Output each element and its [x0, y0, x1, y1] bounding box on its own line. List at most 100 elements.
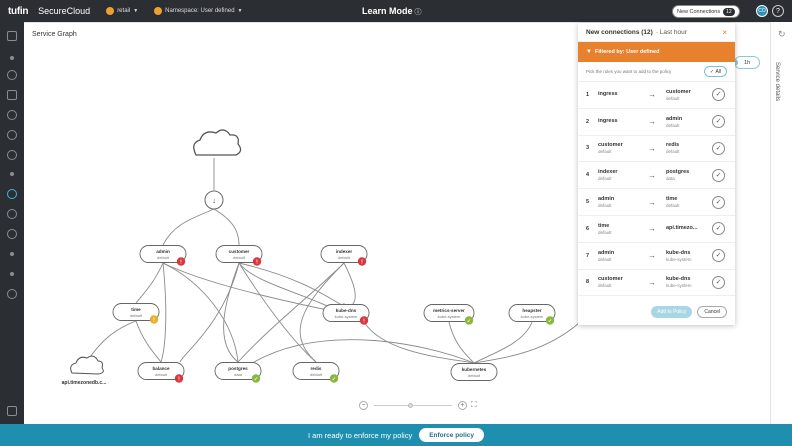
service-node-metrics[interactable]: metrics-serverkube-system ✓: [423, 304, 475, 325]
service-node-time[interactable]: timedefault!: [112, 303, 160, 324]
registry-icon[interactable]: [7, 90, 17, 100]
connection-row[interactable]: 3 customer default → redis default ✓: [578, 136, 735, 163]
enforce-prompt: I am ready to enforce my policy: [307, 430, 413, 440]
node-namespace: default: [233, 255, 246, 260]
check-icon[interactable]: ✓: [712, 222, 725, 236]
connection-row[interactable]: 2 ingress → admin default ✓: [578, 109, 735, 136]
zoom-in-icon[interactable]: +: [458, 400, 467, 410]
namespace-label: Namespace: User defined: [165, 8, 235, 14]
enforce-bar: I am ready to enforce my policy Enforce …: [0, 424, 792, 446]
source-cell: ingress: [598, 118, 648, 125]
source-namespace: default: [598, 283, 612, 289]
namespace-selector[interactable]: Namespace: User defined ▼: [154, 7, 242, 15]
dashboard-icon[interactable]: [7, 31, 17, 41]
service-node-admin[interactable]: admindefault!: [139, 245, 187, 266]
settings-icon[interactable]: [7, 110, 17, 120]
internet-cloud-icon[interactable]: [193, 129, 242, 156]
check-icon[interactable]: ✓: [712, 88, 725, 102]
connection-row[interactable]: 1 ingress → customer default ✓: [578, 82, 735, 109]
ingress-node[interactable]: ↓: [204, 190, 224, 210]
destination-name: kube-dns: [666, 249, 691, 256]
cancel-button[interactable]: Cancel: [697, 306, 727, 318]
connection-row[interactable]: 7 admin default → kube-dns kube-system ✓: [578, 243, 735, 270]
node-namespace: kube-system: [521, 314, 544, 319]
external-cloud-icon[interactable]: [70, 355, 104, 375]
network-icon[interactable]: [7, 150, 17, 160]
shield-icon[interactable]: [7, 130, 17, 140]
destination-cell: admin default: [666, 116, 710, 128]
target-icon[interactable]: [7, 209, 17, 219]
arrow-right-icon: →: [648, 224, 656, 234]
time-range-button[interactable]: 1h: [731, 56, 760, 69]
chevron-down-icon: ▼: [133, 8, 139, 14]
destination-name: postgres: [666, 169, 690, 176]
select-all-button[interactable]: ✓ All: [703, 66, 727, 77]
service-node-customer[interactable]: customerdefault!: [215, 245, 263, 266]
node-name: kubernetes: [462, 367, 487, 372]
connection-row[interactable]: 4 indexer default → postgres data ✓: [578, 162, 735, 190]
chat-icon[interactable]: [7, 406, 17, 416]
filter-label: Filtered by: User defined: [594, 49, 660, 55]
filter-bar[interactable]: ▼ Filtered by: User defined: [578, 42, 735, 62]
node-namespace: kube-system: [438, 314, 461, 319]
destination-name: time: [666, 196, 678, 203]
service-node-balance[interactable]: balancedefault!: [137, 362, 185, 383]
node-namespace: default: [155, 372, 168, 377]
status-badge-symbol: ✓: [332, 376, 336, 382]
service-node-kubedns[interactable]: kube-dnskube-system!: [322, 304, 370, 325]
source-name: time: [598, 222, 610, 229]
source-cell: customer default: [598, 276, 648, 288]
service-node-indexer[interactable]: indexerdefault!: [320, 245, 368, 266]
refresh-icon[interactable]: ↻: [778, 29, 786, 40]
connection-row[interactable]: 5 admin default → time default ✓: [578, 189, 735, 216]
check-icon[interactable]: ✓: [712, 275, 725, 289]
gear-icon[interactable]: [7, 289, 17, 299]
node-name: kube-dns: [336, 308, 357, 313]
cluster-icon: [106, 7, 115, 15]
destination-cell: redis default: [666, 142, 710, 154]
service-node-kubernetes[interactable]: kubernetesdefault: [450, 363, 498, 381]
destination-name: redis: [666, 142, 680, 149]
check-icon[interactable]: ✓: [712, 195, 725, 209]
source-namespace: default: [598, 149, 612, 155]
source-name: customer: [598, 276, 623, 283]
new-connections-button[interactable]: New Connections 12: [672, 5, 740, 18]
destination-name: admin: [666, 115, 683, 122]
top-bar: tufin SecureCloud retail ▼ Namespace: Us…: [0, 0, 792, 22]
info-icon[interactable]: ⓘ: [415, 9, 422, 16]
service-node-redis[interactable]: redisdefault ✓: [292, 362, 340, 383]
add-to-policy-button[interactable]: Add to Policy: [651, 306, 693, 318]
source-namespace: default: [598, 176, 612, 182]
connection-row[interactable]: 6 time default → api.timezo... ✓: [578, 216, 735, 243]
service-graph-icon[interactable]: [7, 189, 17, 199]
source-cell: admin default: [598, 250, 648, 262]
close-icon[interactable]: ×: [722, 28, 727, 37]
new-connections-count: 12: [723, 7, 735, 16]
check-icon[interactable]: ✓: [712, 141, 725, 155]
external-host-label: api.timezonedb.c...: [62, 380, 107, 386]
help-icon[interactable]: ?: [772, 5, 784, 17]
status-badge-symbol: ✓: [254, 376, 258, 382]
destination-namespace: data: [666, 176, 675, 182]
globe-icon[interactable]: [7, 70, 17, 80]
destination-name: api.timezo...: [666, 225, 698, 232]
check-icon[interactable]: ✓: [712, 115, 725, 129]
cluster-selector[interactable]: retail ▼: [106, 7, 138, 15]
check-icon[interactable]: ✓: [712, 168, 725, 182]
source-name: admin: [598, 196, 615, 203]
zoom-slider-handle[interactable]: [408, 402, 413, 408]
service-node-postgres[interactable]: postgresdata ✓: [214, 362, 262, 383]
policy-shield-icon[interactable]: [7, 229, 17, 239]
arrow-right-icon: →: [648, 197, 656, 207]
fit-screen-icon[interactable]: ⛶: [471, 400, 477, 410]
service-details-tab[interactable]: Service details: [774, 62, 780, 101]
zoom-out-icon[interactable]: −: [359, 400, 368, 410]
connection-row[interactable]: 8 customer default → kube-dns kube-system ✓: [578, 270, 735, 297]
node-namespace: data: [234, 372, 243, 377]
enforce-policy-button[interactable]: Enforce policy: [419, 428, 484, 442]
check-icon[interactable]: ✓: [712, 249, 725, 263]
brand[interactable]: tufin SecureCloud: [0, 6, 90, 17]
zoom-slider[interactable]: [374, 402, 452, 408]
service-node-heapster[interactable]: heapsterkube-system ✓: [508, 304, 556, 325]
avatar[interactable]: CO: [756, 5, 768, 17]
